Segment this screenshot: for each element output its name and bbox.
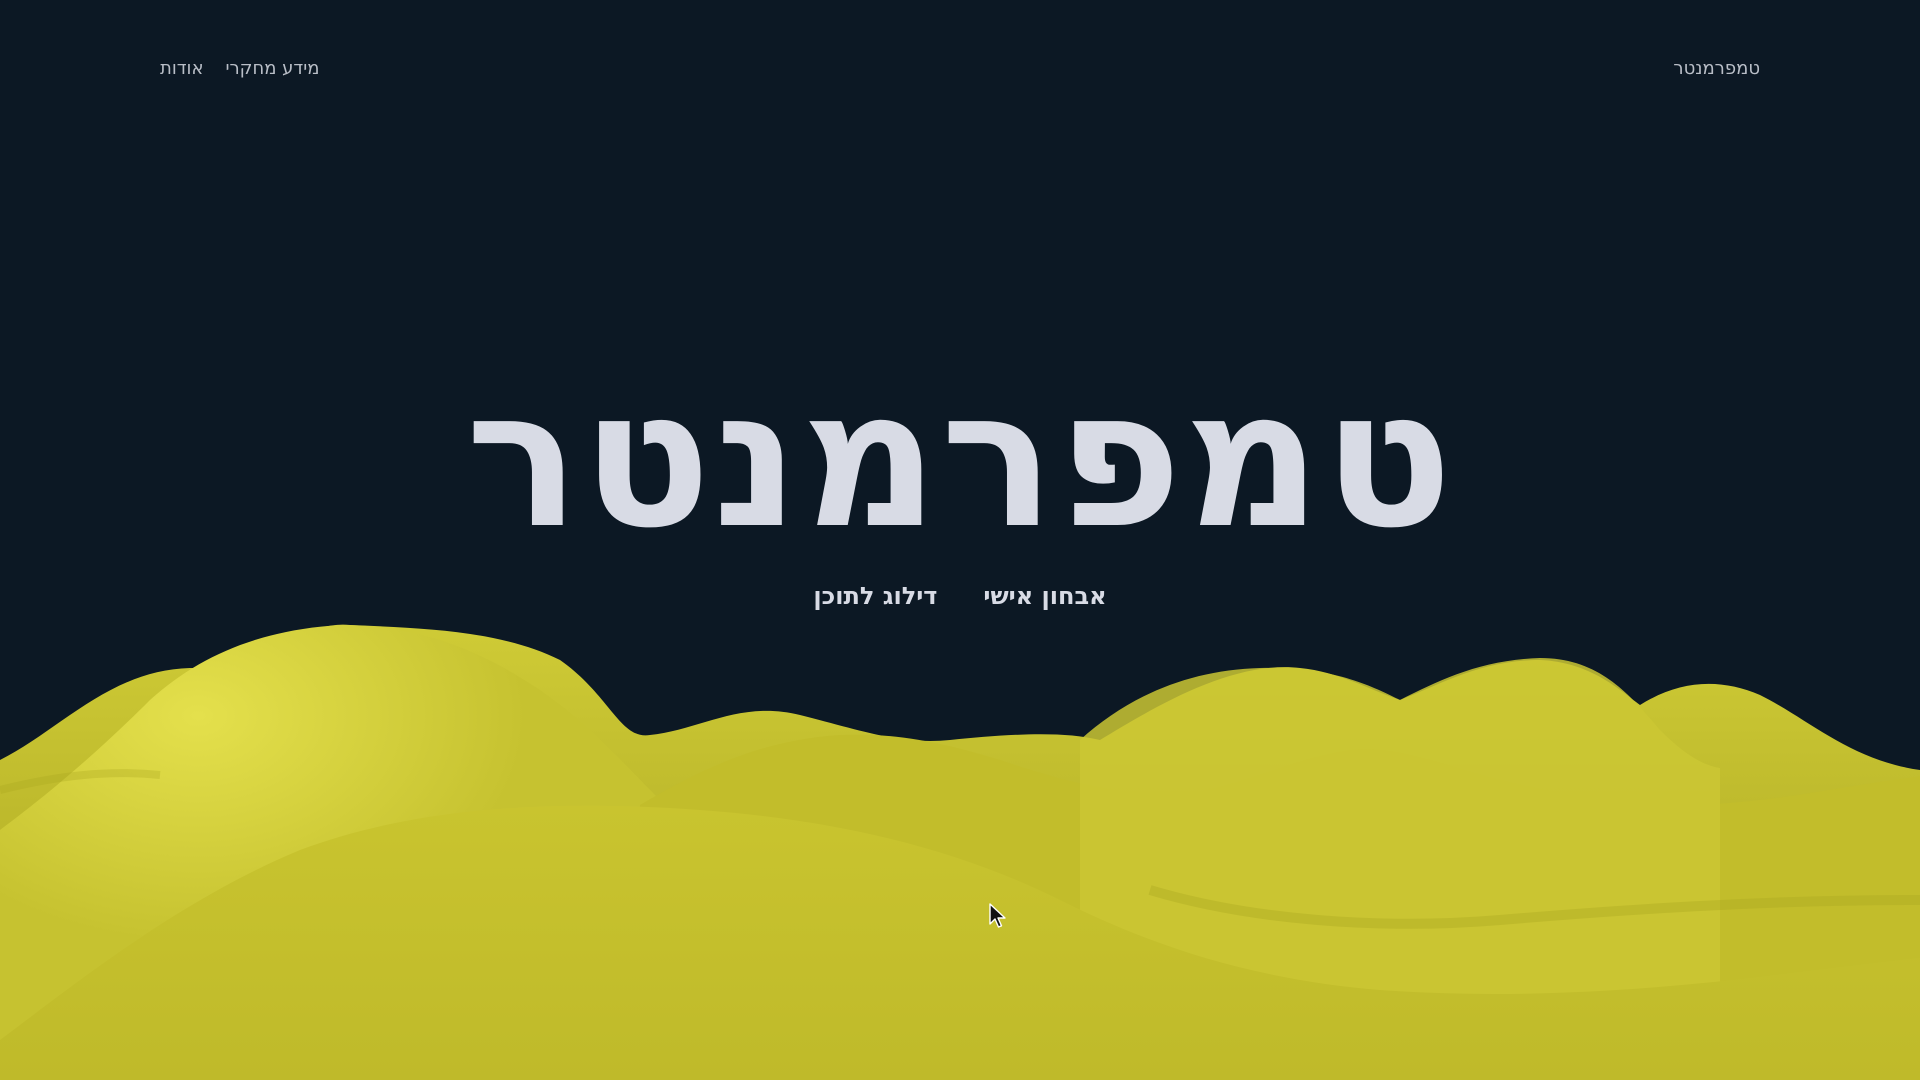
personal-assessment-link[interactable]: אבחון אישי <box>983 582 1106 610</box>
nav-links: אודות מידע מחקרי <box>160 58 320 79</box>
hero-title: טמפרמנטר <box>465 349 1455 570</box>
mouse-pointer-icon <box>989 903 1006 928</box>
brand-home-link[interactable]: טמפרמנטר <box>1673 58 1760 79</box>
top-navigation: טמפרמנטר אודות מידע מחקרי <box>160 58 1760 88</box>
landing-page: טמפרמנטר אודות מידע מחקרי טמפרמנטר אבחון… <box>0 0 1920 1080</box>
skip-to-content-link[interactable]: דילוג לתוכן <box>813 582 937 610</box>
nav-link-research[interactable]: מידע מחקרי <box>226 58 320 79</box>
yellow-terrain-background <box>0 624 1920 1080</box>
nav-link-about[interactable]: אודות <box>160 58 204 79</box>
hero-actions: אבחון אישי דילוג לתוכן <box>0 582 1920 610</box>
